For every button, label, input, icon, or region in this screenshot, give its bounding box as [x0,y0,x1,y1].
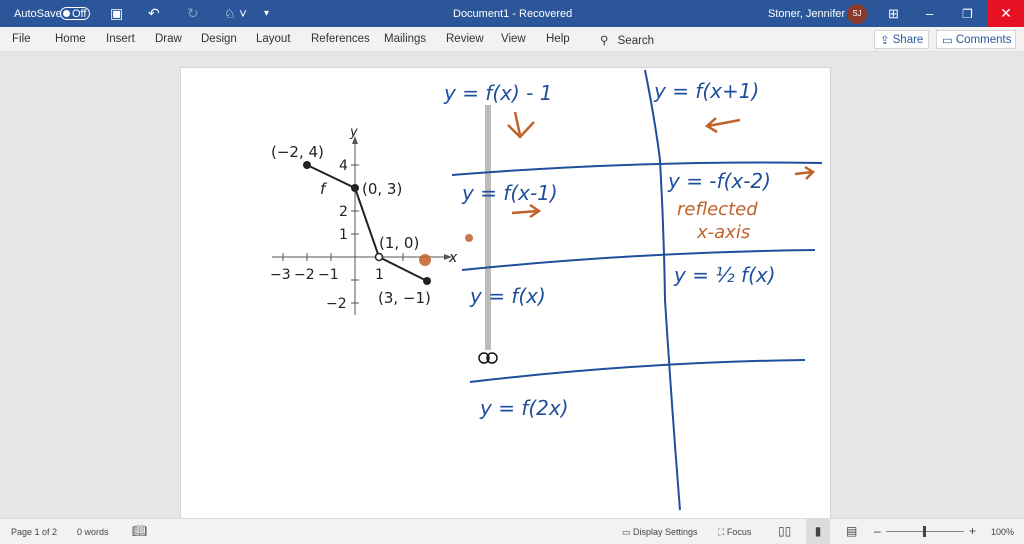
hw-reflected: reflected [677,199,758,220]
point-label: (3, −1) [378,289,431,307]
proofing-icon[interactable]: 📖︎ [132,524,147,538]
x-tick-label: 1 [375,267,384,283]
word-count[interactable]: 0 words [77,527,109,537]
point-marker [303,161,311,169]
zoom-slider-thumb[interactable] [923,526,926,537]
y-tick-label: 4 [339,158,348,174]
x-tick-label: −3 [270,267,291,283]
hw-half-f-x: y = ½ f(x) [673,263,776,287]
hw-f-2x: y = f(2x) [479,396,569,420]
focus-button[interactable]: ⛶ Focus [718,527,751,538]
status-bar: Page 1 of 2 0 words 📖︎ ▭ Display Setting… [0,518,1024,544]
hw-f-minus-1: y = f(x) - 1 [443,81,552,105]
point-marker-open [374,252,384,262]
display-settings-label: Display Settings [633,527,698,537]
hw-x-axis: x-axis [696,222,750,243]
function-label: f [320,180,328,198]
focus-label: Focus [726,527,752,537]
print-layout-icon[interactable]: ▮ [806,519,830,544]
web-layout-icon[interactable]: ▤ [846,524,857,538]
ink-dot [419,254,431,266]
y-tick-label: −2 [326,296,347,312]
y-tick-label: 2 [339,204,348,220]
display-icon: ▭ [622,527,634,537]
zoom-in-icon[interactable]: + [969,524,976,538]
read-mode-icon[interactable]: ▯▯ [778,524,791,538]
x-tick-label: −1 [318,267,339,283]
y-tick-label: 1 [339,227,348,243]
hw-f-x: y = f(x) [469,284,546,308]
point-marker [351,184,359,192]
focus-icon: ⛶ [718,527,727,537]
x-axis-label: x [448,250,458,266]
zoom-out-icon[interactable]: – [874,524,881,538]
zoom-level[interactable]: 100% [991,527,1014,537]
point-label: (1, 0) [379,234,419,252]
function-graph: x y −3 −2 −1 1 4 2 1 −2 f (−2, 4) (0, 3)… [270,125,458,315]
point-label: (−2, 4) [271,143,324,161]
point-label: (0, 3) [362,180,402,198]
hw-f-x-minus-1: y = f(x-1) [461,181,558,205]
x-tick-label: −2 [294,267,315,283]
hw-f-x-plus-1: y = f(x+1) [653,79,759,103]
point-marker [423,277,431,285]
y-axis-label: y [349,125,358,140]
hw-neg-f-x-minus-2: y = -f(x-2) [667,169,771,193]
page-content: x y −3 −2 −1 1 4 2 1 −2 f (−2, 4) (0, 3)… [270,69,823,511]
page-count[interactable]: Page 1 of 2 [11,527,57,537]
ink-dot [465,234,473,242]
display-settings-button[interactable]: ▭ Display Settings [622,527,698,538]
